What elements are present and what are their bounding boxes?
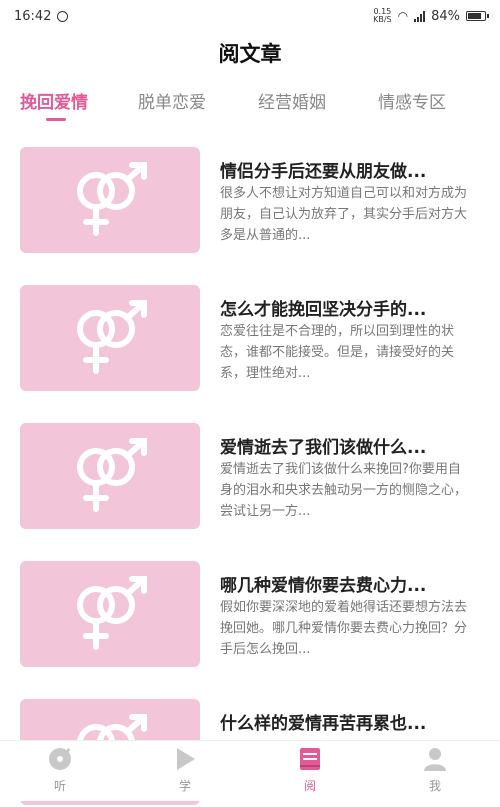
tab-label: 脱单恋爱 bbox=[138, 93, 206, 113]
net-speed: 0.15 KB/S bbox=[373, 8, 392, 24]
status-right: 0.15 KB/S ◠ 84% bbox=[373, 8, 489, 24]
tab-win-back-love[interactable]: 挽回爱情 bbox=[20, 88, 88, 113]
tab-label: 情感专区 bbox=[378, 93, 446, 113]
tab-label: 经营婚姻 bbox=[258, 93, 326, 113]
article-excerpt: 很多人不想让对方知道自己可以和对方成为朋友，自己认为放弃了，其实分手后对方大多是… bbox=[220, 186, 468, 243]
nav-listen[interactable]: 听 bbox=[30, 741, 90, 801]
status-time: 16:42 bbox=[14, 8, 52, 24]
alarm-icon bbox=[57, 10, 69, 22]
nav-label: 我 bbox=[428, 779, 441, 793]
nav-label: 听 bbox=[53, 779, 66, 793]
article-thumbnail bbox=[20, 285, 200, 391]
nav-label: 学 bbox=[178, 779, 191, 793]
article-thumbnail bbox=[20, 147, 200, 253]
page-title: 阅文章 bbox=[218, 42, 282, 66]
disc-icon bbox=[49, 748, 71, 770]
battery-level bbox=[468, 13, 481, 19]
gender-symbol-icon bbox=[77, 300, 147, 374]
article-title: 怎么才能挽回坚决分手的... bbox=[220, 300, 427, 320]
gender-symbol-icon bbox=[77, 576, 147, 650]
tab-find-love[interactable]: 脱单恋爱 bbox=[138, 88, 206, 113]
bottom-nav: 听 学 阅 我 bbox=[0, 740, 500, 801]
tab-label: 挽回爱情 bbox=[20, 93, 88, 113]
gender-symbol-icon bbox=[77, 162, 147, 236]
article-excerpt: 恋爱往往是不合理的，所以回到理性的状态，谁都不能接受。但是，请接受好的关系，理性… bbox=[220, 324, 455, 381]
status-bar: 16:42 0.15 KB/S ◠ 84% bbox=[0, 0, 500, 32]
article-title: 哪几种爱情你要去费心力... bbox=[220, 576, 427, 596]
signal-icon bbox=[414, 10, 426, 22]
gender-symbol-icon bbox=[77, 438, 147, 512]
wifi-icon: ◠ bbox=[397, 9, 409, 23]
user-icon bbox=[424, 748, 446, 771]
net-speed-unit: KB/S bbox=[373, 15, 392, 24]
nav-read[interactable]: 阅 bbox=[280, 741, 340, 801]
article-excerpt: 假如你要深深地的爱着她得话还要想方法去挽回她。哪几种爱情你要去费心力挽回？分手后… bbox=[220, 600, 468, 657]
active-tab-indicator bbox=[46, 118, 66, 121]
article-card[interactable]: 哪几种爱情你要去费心力... 假如你要深深地的爱着她得话还要想方法去挽回她。哪几… bbox=[0, 559, 500, 669]
article-card[interactable]: 怎么才能挽回坚决分手的... 恋爱往往是不合理的，所以回到理性的状态，谁都不能接… bbox=[0, 283, 500, 393]
article-card[interactable]: 爱情逝去了我们该做什么... 爱情逝去了我们该做什么来挽回?你要用自身的泪水和央… bbox=[0, 421, 500, 531]
battery-icon bbox=[466, 11, 489, 21]
tab-marriage[interactable]: 经营婚姻 bbox=[258, 88, 326, 113]
nav-label: 阅 bbox=[303, 779, 316, 793]
article-thumbnail bbox=[20, 423, 200, 529]
play-icon bbox=[177, 748, 195, 770]
status-left: 16:42 bbox=[14, 8, 69, 24]
article-title: 什么样的爱情再苦再累也... bbox=[220, 714, 427, 734]
tab-emotion-zone[interactable]: 情感专区 bbox=[378, 88, 446, 113]
article-title: 情侣分手后还要从朋友做... bbox=[220, 162, 427, 182]
article-title: 爱情逝去了我们该做什么... bbox=[220, 438, 427, 458]
article-card[interactable]: 情侣分手后还要从朋友做... 很多人不想让对方知道自己可以和对方成为朋友，自己认… bbox=[0, 145, 500, 255]
category-tabs: 挽回爱情 脱单恋爱 经营婚姻 情感专区 bbox=[0, 88, 500, 128]
book-icon bbox=[300, 748, 320, 770]
article-thumbnail bbox=[20, 561, 200, 667]
nav-learn[interactable]: 学 bbox=[155, 741, 215, 801]
article-excerpt: 爱情逝去了我们该做什么来挽回?你要用自身的泪水和央求去触动另一方的恻隐之心，尝试… bbox=[220, 462, 468, 519]
battery-text: 84% bbox=[431, 8, 460, 24]
nav-me[interactable]: 我 bbox=[405, 741, 465, 801]
